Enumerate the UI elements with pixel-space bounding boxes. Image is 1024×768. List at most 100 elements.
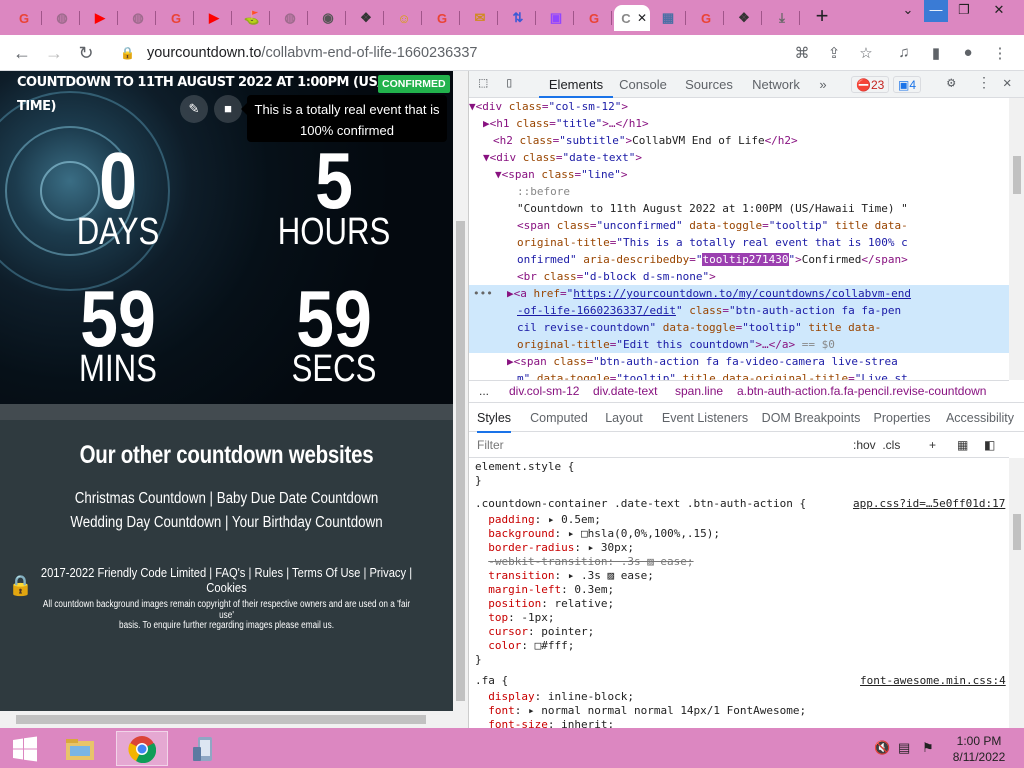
breadcrumb-item[interactable]: div.col-sm-12 [509, 381, 579, 402]
dom-node-line[interactable]: ▶<span class="btn-auth-action fa fa-vide… [507, 353, 898, 370]
add-rule-icon[interactable]: + [929, 432, 936, 458]
breadcrumb-item[interactable]: a.btn-auth-action.fa.fa-pencil.revise-co… [737, 381, 986, 402]
css-rule-line[interactable]: .fa {font-awesome.min.css:4 [475, 674, 1006, 688]
dom-node-line[interactable]: ::before [517, 183, 570, 200]
device-taskbar-icon[interactable] [178, 731, 230, 766]
dom-node-line[interactable]: <h2 class="subtitle">CollabVM End of Lif… [493, 132, 798, 149]
scrollbar-thumb[interactable] [1013, 514, 1021, 550]
browser-tab[interactable]: G [576, 5, 612, 31]
bookmark-star-icon[interactable]: ☆ [856, 44, 876, 62]
file-explorer-icon[interactable] [54, 731, 106, 766]
css-rule-line[interactable]: padding: ▸ 0.5em; [475, 513, 1005, 527]
translate-icon[interactable]: ⌘ [792, 44, 812, 62]
system-clock[interactable]: 1:00 PM 8/11/2022 [942, 733, 1016, 765]
css-rule-line[interactable]: border-radius: ▸ 30px; [475, 541, 1005, 555]
sidebar-toggle-icon[interactable]: ◧ [984, 432, 995, 458]
dom-node-line[interactable]: onfirmed" aria-describedby="tooltip27143… [517, 251, 908, 268]
tab-elements[interactable]: Elements [539, 71, 613, 98]
edit-pencil-icon[interactable]: ✎ [180, 95, 208, 123]
css-rule-line[interactable]: background: ▸ □hsla(0,0%,100%,.15); [475, 527, 1005, 541]
dom-node-line[interactable]: ▼<div class="col-sm-12"> [469, 98, 628, 115]
side-panel-icon[interactable]: ▮ [926, 44, 946, 62]
css-rule-line[interactable]: font: ▸ normal normal normal 14px/1 Font… [475, 704, 1005, 718]
browser-tab[interactable]: G [688, 5, 724, 31]
new-tab-button[interactable]: + [810, 5, 834, 29]
reload-icon[interactable]: ↻ [74, 42, 98, 64]
volume-muted-icon[interactable]: 🔇 [874, 740, 890, 756]
dom-node-line[interactable]: m" data-toggle="tooltip" title data-orig… [517, 370, 908, 380]
node-actions-ellipsis[interactable]: ••• [473, 285, 493, 302]
filter-input[interactable]: Filter [477, 432, 504, 458]
dom-node-line[interactable]: ▼<div class="date-text"> [483, 149, 642, 166]
close-tab-icon[interactable]: ✕ [637, 11, 647, 25]
dom-scrollbar[interactable] [1009, 98, 1024, 380]
css-rule-line[interactable]: margin-left: 0.3em; [475, 583, 1005, 597]
scrollbar-thumb[interactable] [16, 715, 426, 724]
browser-tab[interactable]: ⇅ [500, 5, 536, 31]
styles-tab-properties[interactable]: Properties [871, 403, 933, 433]
styles-tab-layout[interactable]: Layout [603, 403, 645, 433]
styles-tab-styles[interactable]: Styles [477, 403, 511, 433]
css-rule-line[interactable]: position: relative; [475, 597, 1005, 611]
browser-tab[interactable]: ▦ [650, 5, 686, 31]
menu-kebab-icon[interactable]: ⋮ [990, 44, 1010, 62]
device-toggle-icon[interactable]: ▯ [505, 75, 513, 91]
breadcrumb-item[interactable]: ... [479, 381, 489, 402]
browser-tab[interactable]: ❖ [726, 5, 762, 31]
browser-tab[interactable]: ⛳ [234, 5, 270, 31]
media-control-icon[interactable]: ♫ [894, 44, 914, 61]
browser-tab[interactable]: G [424, 5, 460, 31]
tab-console[interactable]: Console [613, 71, 673, 98]
css-rule-line[interactable]: transition: ▸ .3s ▨ ease; [475, 569, 1005, 583]
paint-icon[interactable]: ▦ [957, 432, 968, 458]
error-count-badge[interactable]: ⛔23 [851, 76, 890, 93]
confirmed-badge[interactable]: CONFIRMED [378, 75, 450, 93]
url-text[interactable]: yourcountdown.to/collabvm-end-of-life-16… [147, 45, 478, 61]
network-icon[interactable]: ▤ [898, 740, 910, 756]
css-rule-line[interactable]: -webkit-transition: .3s ▨ ease; [475, 555, 1005, 569]
browser-tab[interactable]: ☺ [386, 5, 422, 31]
css-rule-line[interactable]: .countdown-container .date-text .btn-aut… [475, 497, 1005, 511]
dom-node-line[interactable]: "Countdown to 11th August 2022 at 1:00PM… [517, 200, 908, 217]
browser-tab[interactable]: ◍ [120, 5, 156, 31]
video-camera-icon[interactable]: ■ [214, 95, 242, 123]
page-vertical-scrollbar[interactable] [453, 71, 468, 728]
more-tabs-button[interactable]: » [813, 71, 833, 98]
chrome-taskbar-icon[interactable] [116, 731, 168, 766]
browser-tab[interactable]: G [6, 5, 42, 31]
page-horizontal-scrollbar[interactable] [0, 711, 453, 728]
breadcrumb-item[interactable]: div.date-text [593, 381, 657, 402]
css-rule-line[interactable]: display: inline-block; [475, 690, 1005, 704]
scrollbar-thumb[interactable] [1013, 156, 1021, 194]
browser-tab[interactable]: ◉ [310, 5, 346, 31]
start-windows-icon[interactable] [0, 731, 50, 766]
css-rule-line[interactable]: color: □#fff; [475, 639, 1005, 653]
browser-tab[interactable]: ❖ [348, 5, 384, 31]
browser-tab[interactable]: ✉ [462, 5, 498, 31]
action-center-icon[interactable]: ⚑ [922, 740, 934, 756]
css-rule-line[interactable]: } [475, 474, 1005, 488]
dom-node-line[interactable]: <br class="d-block d-sm-none"> [517, 268, 716, 285]
profile-avatar-icon[interactable]: ● [958, 44, 978, 61]
dom-node-line[interactable]: ▼<span class="line"> [495, 166, 627, 183]
styles-tab-event-listeners[interactable]: Event Listeners [659, 403, 751, 433]
address-bar[interactable]: 🔒 yourcountdown.to/collabvm-end-of-life-… [110, 39, 890, 67]
inspect-icon[interactable]: ⬚ [479, 75, 487, 91]
browser-tab[interactable]: ▶ [82, 5, 118, 31]
minimize-button[interactable]: — [924, 0, 948, 22]
footer-links[interactable]: 2017-2022 Friendly Code Limited | FAQ's … [32, 565, 422, 595]
browser-tab[interactable]: ⤓ [764, 5, 800, 31]
browser-tab[interactable]: ◍ [272, 5, 308, 31]
browser-tab[interactable]: ◍ [44, 5, 80, 31]
styles-tab-dom-breakpoints[interactable]: DOM Breakpoints [757, 403, 865, 433]
other-sites-links-row2[interactable]: Wedding Day Countdown | Your Birthday Co… [32, 514, 422, 532]
css-rule-line[interactable]: top: -1px; [475, 611, 1005, 625]
message-count-badge[interactable]: ▣4 [893, 76, 922, 93]
more-options-icon[interactable]: ⋮ [977, 75, 991, 91]
lock-icon[interactable]: 🔒 [120, 46, 135, 60]
styles-tab-computed[interactable]: Computed [527, 403, 591, 433]
restore-button[interactable]: ❐ [950, 0, 978, 22]
browser-tab[interactable]: G [158, 5, 194, 31]
back-icon[interactable]: ← [10, 42, 34, 64]
hov-cls-toggles[interactable]: :hov .cls [853, 432, 900, 458]
